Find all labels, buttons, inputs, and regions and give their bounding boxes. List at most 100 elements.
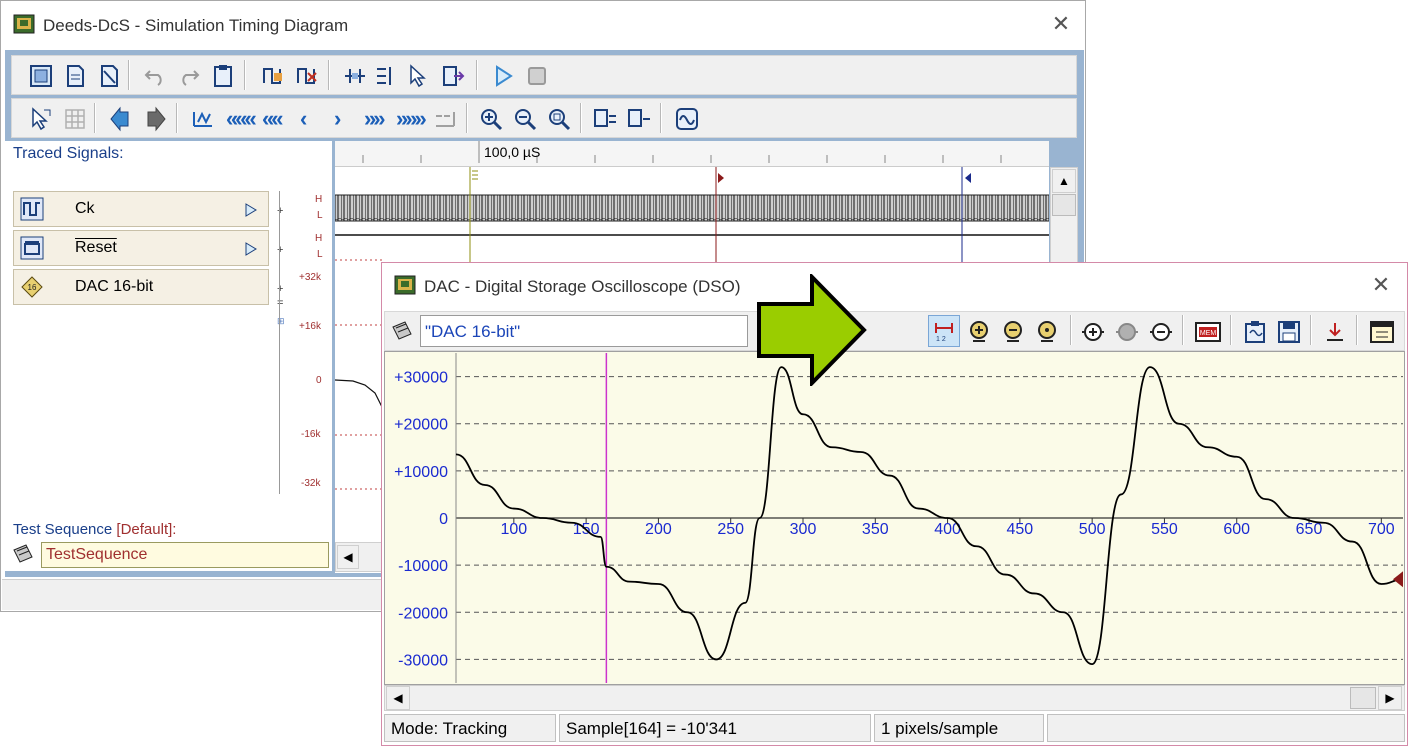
x-tick-label: 500 <box>1079 521 1106 538</box>
arrow-left-icon[interactable] <box>108 106 134 132</box>
settings-panel-icon[interactable] <box>1368 319 1396 345</box>
scroll-right-button[interactable]: ▶ <box>1378 686 1402 710</box>
close-button[interactable]: ✕ <box>1050 13 1072 35</box>
export-icon[interactable] <box>440 63 466 89</box>
insert-marker-icon[interactable] <box>592 106 618 132</box>
ruler-time-label: 100,0 µS <box>484 144 541 160</box>
fast-back-icon[interactable]: ««« <box>226 106 257 132</box>
test-sequence-title: Test Sequence <box>13 521 113 538</box>
x-tick-label: 550 <box>1151 521 1178 538</box>
page-icon[interactable] <box>62 63 88 89</box>
ruler-ticks <box>362 141 1002 163</box>
y-tick-label: -10000 <box>398 558 448 575</box>
cursor-mode-button[interactable]: 1 2 <box>928 315 960 347</box>
svg-text:=: = <box>277 297 283 309</box>
download-icon[interactable] <box>1322 319 1348 345</box>
zoom-reset-icon[interactable] <box>1034 319 1060 345</box>
clipboard-icon[interactable] <box>210 63 236 89</box>
x-tick-label: 200 <box>645 521 672 538</box>
cursor-measure-icon: 1 2 <box>935 323 953 343</box>
app-icon <box>13 14 35 34</box>
go-start-icon[interactable] <box>190 106 216 132</box>
y-tick-label: +30000 <box>394 370 448 387</box>
status-sample: Sample[164] = -10'341 <box>559 714 871 742</box>
clock-signal-icon <box>20 197 44 221</box>
scroll-thumb[interactable] <box>1350 687 1376 709</box>
amplitude-icon[interactable] <box>1114 319 1140 345</box>
test-sequence-field[interactable]: TestSequence <box>41 542 329 568</box>
y-label: -16k <box>301 429 321 440</box>
y-tick-label: +20000 <box>394 417 448 434</box>
status-scale: 1 pixels/sample <box>874 714 1044 742</box>
clear-page-icon[interactable] <box>96 63 122 89</box>
oscilloscope-chart: +30000 +20000 +10000 0 -10000 -20000 -30000 100… <box>394 353 1404 683</box>
signal-row-reset[interactable]: Reset <box>13 230 269 266</box>
test-sequence-default: [Default]: <box>116 521 177 538</box>
scroll-thumb[interactable] <box>1052 194 1076 216</box>
reset-high-label: H <box>315 233 323 244</box>
x-tick-label: 100 <box>500 521 527 538</box>
close-button[interactable]: ✕ <box>1370 274 1392 296</box>
signal-name-field[interactable]: "DAC 16-bit" <box>420 315 748 347</box>
toolbar-top <box>11 55 1077 95</box>
zoom-in-icon[interactable] <box>966 319 992 345</box>
horizontal-scrollbar[interactable] <box>384 685 1405 711</box>
back-icon[interactable]: «« <box>262 106 284 132</box>
signal-select-icon[interactable] <box>390 319 414 343</box>
play-signal-icon[interactable] <box>242 240 260 258</box>
expand-markers[interactable]: + + + = ⊞ <box>273 191 287 331</box>
ck-high-label: H <box>315 194 323 205</box>
zoom-in-icon[interactable] <box>478 106 504 132</box>
timeline-split-icon[interactable] <box>374 63 400 89</box>
oscilloscope-icon[interactable] <box>674 106 700 132</box>
x-tick-label: 600 <box>1223 521 1250 538</box>
select-tool-icon[interactable] <box>28 106 54 132</box>
amplitude-down-icon[interactable] <box>1148 319 1174 345</box>
y-label: -32k <box>301 478 321 489</box>
redo-icon[interactable] <box>176 63 202 89</box>
timeline-icon[interactable] <box>342 63 368 89</box>
signal-row-ck[interactable]: Ck <box>13 191 269 227</box>
signal-insert-icon[interactable] <box>260 63 286 89</box>
x-tick-label: 450 <box>1007 521 1034 538</box>
grid-tool-icon[interactable] <box>62 106 88 132</box>
pointer-tool-icon[interactable] <box>406 63 432 89</box>
amplitude-up-icon[interactable] <box>1080 319 1106 345</box>
stop-icon[interactable] <box>524 63 550 89</box>
fast-forward-icon[interactable]: »»» <box>396 106 427 132</box>
scroll-left-button[interactable]: ◀ <box>337 545 359 569</box>
dso-window: DAC - Digital Storage Oscilloscope (DSO)… <box>381 262 1408 746</box>
y-label: +32k <box>299 272 321 283</box>
play-icon[interactable] <box>490 63 516 89</box>
zoom-out-icon[interactable] <box>512 106 538 132</box>
step-forward-icon[interactable]: › <box>334 106 342 132</box>
zoom-out-icon[interactable] <box>1000 319 1026 345</box>
new-diagram-icon[interactable] <box>28 63 54 89</box>
copy-clipboard-icon[interactable] <box>1242 319 1268 345</box>
app-icon <box>394 275 416 295</box>
play-signal-icon[interactable] <box>242 201 260 219</box>
forward-icon[interactable]: »» <box>364 106 386 132</box>
save-icon[interactable] <box>1276 319 1302 345</box>
traced-signals-label: Traced Signals: <box>13 145 124 162</box>
signal-row-dac[interactable]: 16 DAC 16-bit <box>13 269 269 305</box>
test-sequence-label: Test Sequence [Default]: <box>13 521 176 538</box>
svg-text:16: 16 <box>28 283 37 292</box>
scroll-left-button[interactable]: ◀ <box>386 686 410 710</box>
dac-16bit-icon: 16 <box>21 276 43 298</box>
zoom-fit-icon[interactable] <box>546 106 572 132</box>
x-tick-label: 300 <box>790 521 817 538</box>
signal-name: DAC 16-bit <box>75 278 154 295</box>
go-end-icon[interactable] <box>432 106 458 132</box>
signal-delete-icon[interactable] <box>294 63 320 89</box>
arrow-right-icon[interactable] <box>142 106 168 132</box>
toolbar-navigation: ««« «« ‹ › »» »»» <box>11 98 1077 138</box>
remove-marker-icon[interactable] <box>626 106 652 132</box>
undo-icon[interactable] <box>142 63 168 89</box>
step-back-icon[interactable]: ‹ <box>300 106 308 132</box>
memory-icon[interactable]: MEM <box>1194 319 1222 345</box>
y-tick-label: -30000 <box>398 652 448 669</box>
scroll-up-button[interactable]: ▲ <box>1052 169 1076 193</box>
svg-text:+: + <box>277 283 283 295</box>
x-tick-label: 700 <box>1368 521 1395 538</box>
